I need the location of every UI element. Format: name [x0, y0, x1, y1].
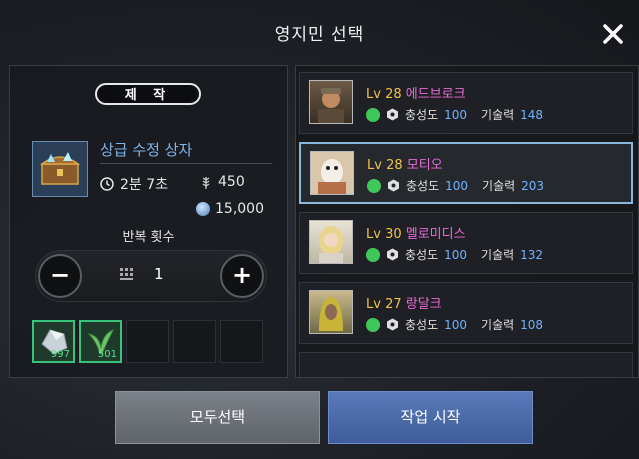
worker-row-partial[interactable]: [299, 352, 633, 377]
dialog-title: 영지민 선택: [274, 25, 365, 45]
material-slot-empty[interactable]: [126, 320, 169, 363]
worker-stats: 충성도 100 기술력 132: [366, 246, 543, 263]
loyalty-icon: [387, 248, 398, 261]
repeat-count: 1: [154, 265, 164, 283]
energy-value: 450: [218, 174, 245, 190]
material-slot[interactable]: 501: [79, 320, 122, 363]
craft-time: 2분 7초: [100, 174, 168, 194]
close-icon[interactable]: [601, 22, 625, 46]
grid-icon: [120, 268, 133, 280]
coin-icon: [196, 202, 210, 216]
repeat-stepper: − 1 +: [35, 250, 267, 302]
worker-portrait: [309, 290, 353, 334]
loyalty-icon: [388, 179, 399, 192]
worker-row-selected[interactable]: Lv 28 모티오 충성도 100 기술력 203: [299, 142, 633, 204]
repeat-label: 반복 횟수: [122, 230, 175, 245]
material-qty: 997: [50, 349, 70, 360]
material-qty: 501: [97, 349, 117, 360]
craft-panel: 제 작 상급 수정 상자 2분 7초 450 15,000 반복 횟수 − 1 …: [9, 65, 288, 378]
start-work-button[interactable]: 작업 시작: [328, 391, 533, 444]
worker-list[interactable]: Lv 28 에드브로크 충성도 100 기술력 148 Lv 28 모티오 충성…: [295, 65, 639, 378]
smile-icon: [367, 178, 381, 193]
worker-row[interactable]: Lv 28 에드브로크 충성도 100 기술력 148: [299, 72, 633, 134]
increase-button[interactable]: +: [220, 254, 264, 298]
craft-cost: 15,000: [196, 201, 264, 217]
worker-name: Lv 30 멜로미디스: [366, 227, 466, 242]
material-slot-empty[interactable]: [220, 320, 263, 363]
divider: [100, 163, 272, 164]
loyalty-icon: [387, 108, 398, 121]
worker-name: Lv 28 에드브로크: [366, 87, 466, 102]
smile-icon: [366, 317, 380, 332]
smile-icon: [366, 247, 380, 262]
select-all-button[interactable]: 모두선택: [115, 391, 320, 444]
wheat-icon: [202, 177, 210, 189]
treasure-chest-icon: [32, 141, 88, 197]
decrease-button[interactable]: −: [38, 254, 82, 298]
cost-value: 15,000: [215, 201, 264, 217]
worker-row[interactable]: Lv 30 멜로미디스 충성도 100 기술력 132: [299, 212, 633, 274]
item-name: 상급 수정 상자: [100, 141, 193, 159]
material-slot[interactable]: 997: [32, 320, 75, 363]
worker-name: Lv 27 랑달크: [366, 297, 442, 312]
worker-portrait: [310, 151, 354, 195]
worker-stats: 충성도 100 기술력 108: [366, 316, 543, 333]
loyalty-icon: [387, 318, 398, 331]
material-slot-empty[interactable]: [173, 320, 216, 363]
craft-badge: 제 작: [95, 83, 201, 105]
worker-portrait: [309, 80, 353, 124]
time-value: 2분 7초: [120, 177, 169, 193]
craft-energy: 450: [200, 174, 245, 190]
smile-icon: [366, 107, 380, 122]
worker-portrait: [309, 220, 353, 264]
repeat-value-display: 1: [120, 265, 164, 283]
worker-stats: 충성도 100 기술력 203: [367, 177, 544, 194]
worker-name: Lv 28 모티오: [367, 158, 443, 173]
worker-stats: 충성도 100 기술력 148: [366, 106, 543, 123]
worker-row[interactable]: Lv 27 랑달크 충성도 100 기술력 108: [299, 282, 633, 344]
clock-icon: [100, 177, 114, 191]
material-slots: 997 501: [32, 320, 263, 363]
